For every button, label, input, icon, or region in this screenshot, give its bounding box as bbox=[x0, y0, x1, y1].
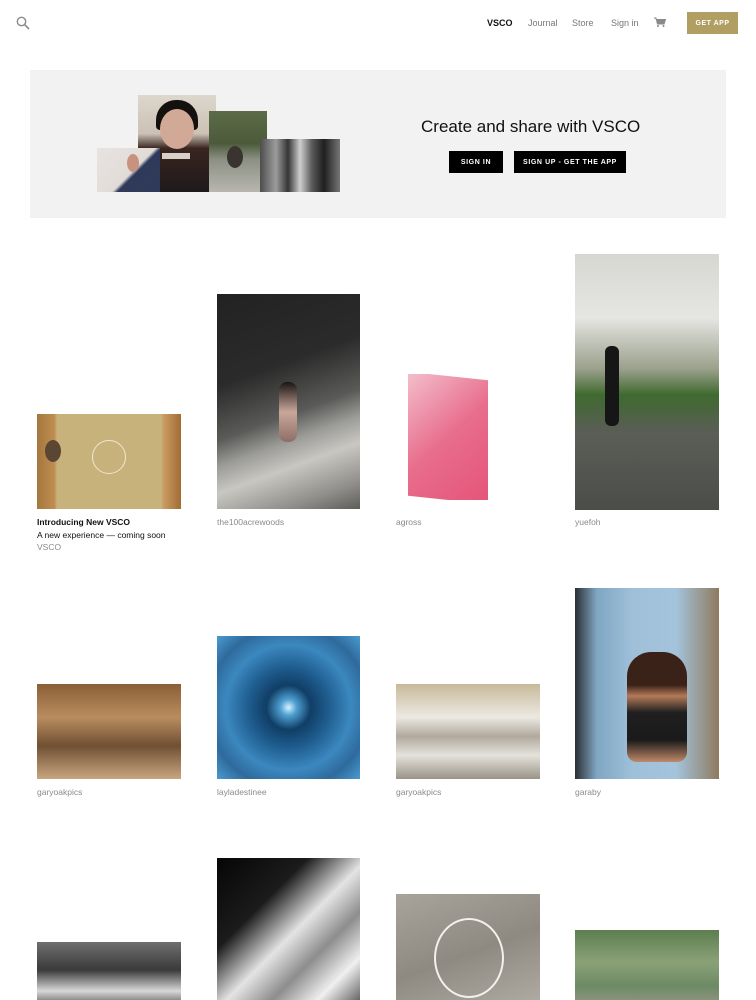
feed-image[interactable] bbox=[37, 942, 181, 1000]
collage-photo-city bbox=[260, 139, 340, 192]
get-app-button[interactable]: GET APP bbox=[687, 12, 738, 34]
collage-photo-lying bbox=[97, 148, 160, 192]
sign-up-button[interactable]: SIGN UP - GET THE APP bbox=[514, 151, 626, 173]
feed-item-author[interactable]: agross bbox=[396, 517, 422, 527]
feed-image[interactable] bbox=[575, 930, 719, 1000]
feed-item-author[interactable]: layladestinee bbox=[217, 787, 267, 797]
feed-item-author[interactable]: the100acrewoods bbox=[217, 517, 284, 527]
feed-image-featured[interactable] bbox=[37, 414, 181, 509]
feed-item-author[interactable]: garyoakpics bbox=[37, 787, 82, 797]
feed-image[interactable] bbox=[217, 858, 360, 1000]
sign-in-button[interactable]: SIGN IN bbox=[449, 151, 503, 173]
feed-image[interactable] bbox=[37, 684, 181, 779]
nav-store[interactable]: Store bbox=[572, 18, 594, 28]
feed-image[interactable] bbox=[217, 636, 360, 779]
featured-author[interactable]: VSCO bbox=[37, 542, 61, 552]
site-header: VSCO Journal Store Sign in GET APP bbox=[0, 0, 756, 48]
nav-journal[interactable]: Journal bbox=[528, 18, 558, 28]
nav-vsco[interactable]: VSCO bbox=[487, 18, 513, 28]
banner-title: Create and share with VSCO bbox=[421, 117, 641, 136]
feed-item-author[interactable]: garaby bbox=[575, 787, 601, 797]
feed-image[interactable] bbox=[396, 684, 540, 779]
feed-image[interactable] bbox=[396, 894, 540, 1000]
search-icon[interactable] bbox=[16, 16, 30, 30]
featured-title[interactable]: Introducing New VSCO bbox=[37, 517, 130, 527]
feed-image[interactable] bbox=[575, 254, 719, 510]
feed-image[interactable] bbox=[217, 294, 360, 509]
collage-photo-garden bbox=[209, 111, 267, 192]
feed-item-author[interactable]: garyoakpics bbox=[396, 787, 441, 797]
signup-banner bbox=[30, 70, 726, 218]
nav-sign-in[interactable]: Sign in bbox=[611, 18, 639, 28]
cart-icon[interactable] bbox=[654, 17, 666, 27]
feed-item-author[interactable]: yuefoh bbox=[575, 517, 601, 527]
featured-subtitle: A new experience — coming soon bbox=[37, 530, 166, 540]
feed-image[interactable] bbox=[575, 588, 719, 779]
feed-image[interactable] bbox=[396, 374, 496, 500]
